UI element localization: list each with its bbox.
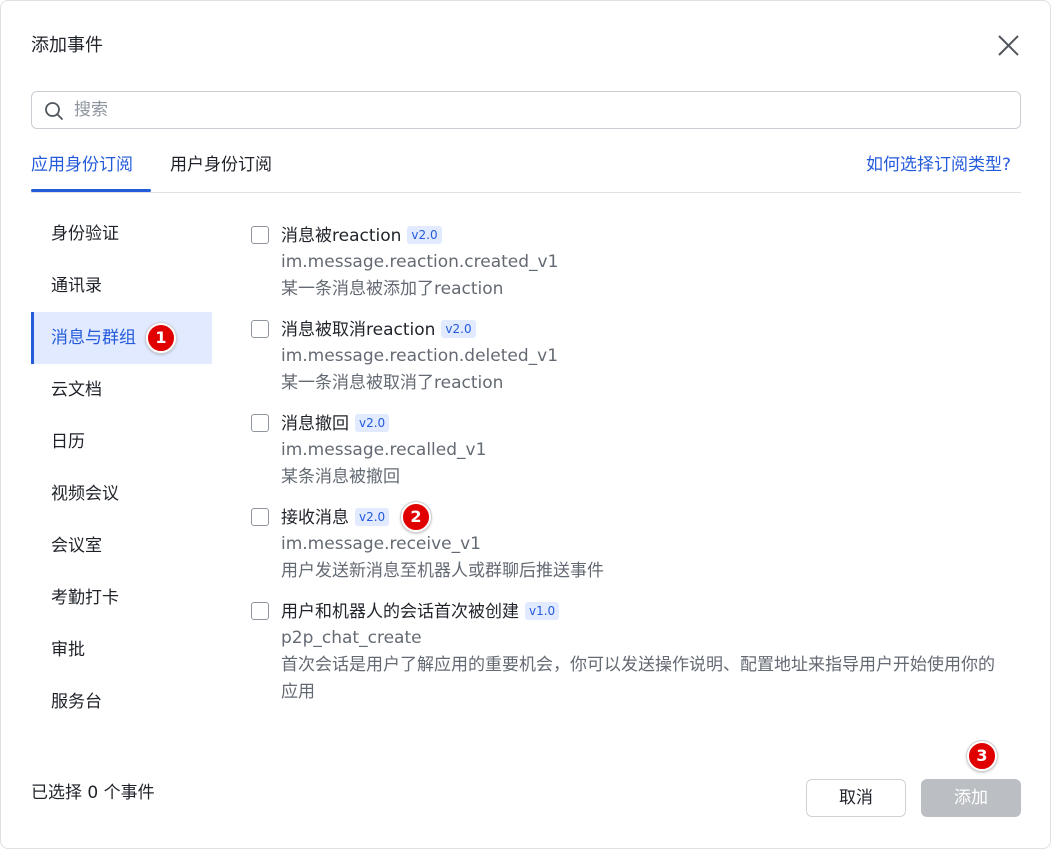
event-title-row: 接收消息 v2.0 2: [281, 502, 1021, 532]
sidebar-item-approval[interactable]: 审批: [31, 624, 212, 676]
step-marker-3: 3: [967, 741, 997, 771]
step-marker-1: 1: [146, 323, 176, 353]
event-title: 消息被reaction: [281, 226, 402, 246]
event-item: 消息被取消reaction v2.0 im.message.reaction.de…: [251, 317, 1021, 397]
sidebar-item-calendar[interactable]: 日历: [31, 416, 212, 468]
event-key: im.message.reaction.created_v1: [281, 252, 559, 272]
sidebar-item-helpdesk[interactable]: 服务台: [31, 676, 212, 728]
event-item: 消息被reaction v2.0 im.message.reaction.crea…: [251, 223, 1021, 303]
add-event-dialog: 添加事件 应用身份订阅 用户身份订阅 如何选择订阅类型? 身份验证 通讯录 消息…: [0, 0, 1051, 849]
event-description: 某一条消息被添加了reaction: [281, 279, 504, 299]
search-input[interactable]: [74, 96, 1004, 124]
event-checkbox[interactable]: [251, 602, 269, 620]
event-title: 接收消息: [281, 508, 349, 528]
tab-user-identity[interactable]: 用户身份订阅: [170, 153, 272, 177]
version-badge: v2.0: [355, 414, 390, 432]
event-description: 某一条消息被取消了reaction: [281, 373, 504, 393]
subscription-tabs: 应用身份订阅 用户身份订阅 如何选择订阅类型?: [31, 149, 1021, 193]
event-key: p2p_chat_create: [281, 628, 422, 648]
event-title-row: 消息撤回 v2.0: [281, 411, 1021, 437]
event-item: 接收消息 v2.0 2 im.message.receive_v1 用户发送新消息…: [251, 502, 1021, 585]
active-tab-indicator: [31, 189, 151, 192]
event-title-row: 用户和机器人的会话首次被创建 v1.0: [281, 599, 1021, 625]
sidebar-item-meeting-room[interactable]: 会议室: [31, 520, 212, 572]
search-box[interactable]: [31, 91, 1021, 129]
search-icon: [44, 101, 64, 121]
event-checkbox[interactable]: [251, 226, 269, 244]
sidebar-item-contacts[interactable]: 通讯录: [31, 260, 212, 312]
sidebar-item-label: 消息与群组: [51, 328, 136, 348]
event-description: 某条消息被撤回: [281, 467, 400, 487]
dialog-title: 添加事件: [31, 35, 103, 56]
version-badge: v1.0: [525, 602, 560, 620]
version-badge: v2.0: [355, 508, 390, 526]
sidebar-item-cloud-docs[interactable]: 云文档: [31, 364, 212, 416]
event-checkbox[interactable]: [251, 508, 269, 526]
sidebar-item-attendance[interactable]: 考勤打卡: [31, 572, 212, 624]
event-description: 首次会话是用户了解应用的重要机会，你可以发送操作说明、配置地址来指导用户开始使用…: [281, 655, 995, 702]
version-badge: v2.0: [407, 226, 442, 244]
event-title-row: 消息被reaction v2.0: [281, 223, 1021, 249]
sidebar-item-video-meeting[interactable]: 视频会议: [31, 468, 212, 520]
help-link-subscription-type[interactable]: 如何选择订阅类型?: [866, 153, 1011, 177]
event-list: 消息被reaction v2.0 im.message.reaction.crea…: [251, 223, 1021, 720]
close-icon[interactable]: [993, 31, 1023, 61]
event-key: im.message.receive_v1: [281, 534, 481, 554]
sidebar-item-identity-verification[interactable]: 身份验证: [31, 208, 212, 260]
event-description: 用户发送新消息至机器人或群聊后推送事件: [281, 561, 604, 581]
event-title: 用户和机器人的会话首次被创建: [281, 602, 519, 622]
event-title-row: 消息被取消reaction v2.0: [281, 317, 1021, 343]
step-marker-2: 2: [401, 502, 431, 532]
event-key: im.message.reaction.deleted_v1: [281, 346, 559, 366]
add-button[interactable]: 添加: [921, 779, 1021, 817]
event-checkbox[interactable]: [251, 320, 269, 338]
version-badge: v2.0: [441, 320, 476, 338]
event-item: 消息撤回 v2.0 im.message.recalled_v1 某条消息被撤回: [251, 411, 1021, 491]
event-key: im.message.recalled_v1: [281, 440, 487, 460]
tab-app-identity[interactable]: 应用身份订阅: [31, 153, 133, 177]
event-checkbox[interactable]: [251, 414, 269, 432]
event-title: 消息被取消reaction: [281, 320, 436, 340]
event-item: 用户和机器人的会话首次被创建 v1.0 p2p_chat_create 首次会话是…: [251, 599, 1021, 706]
sidebar-item-messages-groups[interactable]: 消息与群组 1: [31, 312, 212, 364]
cancel-button[interactable]: 取消: [806, 779, 906, 817]
event-title: 消息撤回: [281, 414, 349, 434]
selected-count: 已选择 0 个事件: [31, 783, 155, 803]
category-sidebar: 身份验证 通讯录 消息与群组 1 云文档 日历 视频会议 会议室 考勤打卡 审批…: [31, 208, 212, 728]
